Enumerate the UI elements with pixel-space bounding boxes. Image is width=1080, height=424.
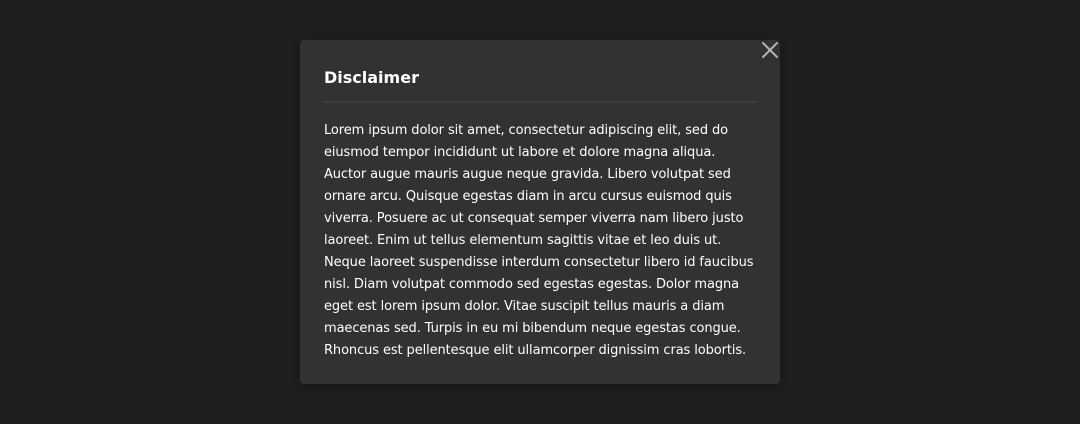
- dialog-title: Disclaimer: [324, 68, 419, 87]
- dialog-divider: [324, 101, 756, 103]
- disclaimer-dialog: Disclaimer Lorem ipsum dolor sit amet, c…: [300, 40, 780, 384]
- close-icon: [762, 42, 778, 58]
- close-button[interactable]: [760, 40, 780, 60]
- dialog-body: Lorem ipsum dolor sit amet, consectetur …: [324, 123, 754, 358]
